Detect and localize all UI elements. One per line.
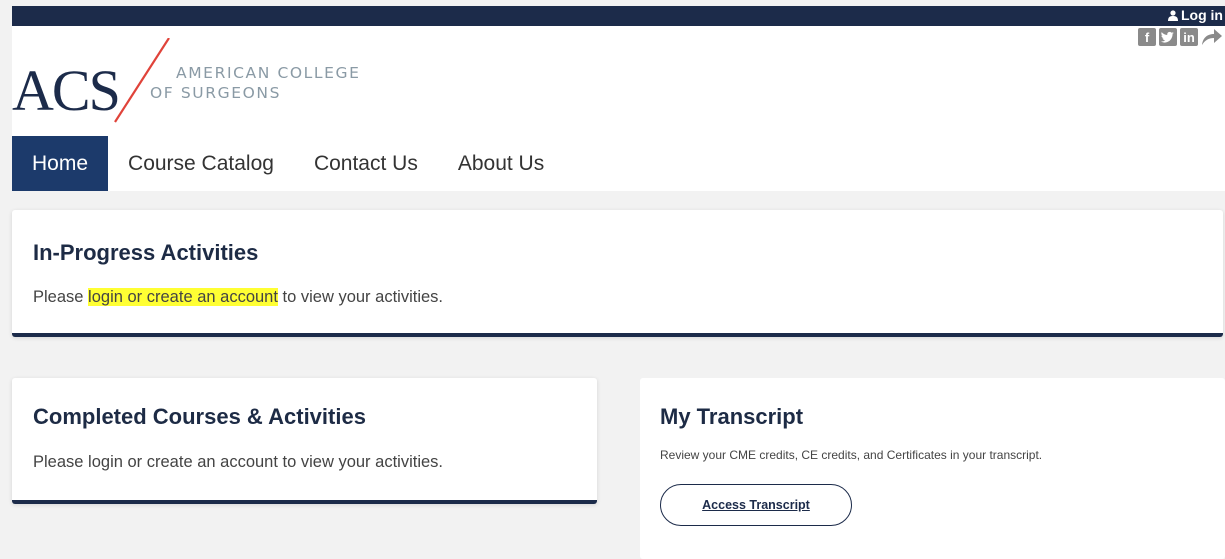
transcript-card: My Transcript Review your CME credits, C… xyxy=(640,378,1225,559)
transcript-description: Review your CME credits, CE credits, and… xyxy=(660,448,1043,462)
in-progress-message: Please login or create an account to vie… xyxy=(33,288,443,307)
user-icon xyxy=(1168,9,1178,21)
login-link-in-progress[interactable]: login xyxy=(88,288,123,306)
logo-acronym: ACS xyxy=(12,58,119,123)
login-label: Log in xyxy=(1181,7,1223,23)
message-text-before: Please xyxy=(33,288,89,306)
main-nav: Home Course Catalog Contact Us About Us xyxy=(12,136,564,191)
login-link-completed[interactable]: login xyxy=(88,453,123,471)
in-progress-title: In-Progress Activities xyxy=(33,240,259,265)
completed-title: Completed Courses & Activities xyxy=(33,404,366,429)
facebook-icon[interactable]: f xyxy=(1138,28,1156,46)
transcript-title: My Transcript xyxy=(660,404,804,429)
share-arrow-glyph xyxy=(1202,29,1222,45)
share-icon[interactable] xyxy=(1201,28,1223,46)
linkedin-icon[interactable]: in xyxy=(1180,28,1198,46)
nav-course-catalog[interactable]: Course Catalog xyxy=(108,136,294,191)
access-transcript-button[interactable]: Access Transcript xyxy=(660,484,852,526)
message-text-before: Please xyxy=(33,453,89,471)
twitter-bird-glyph xyxy=(1161,31,1174,43)
acs-logo-graphic: ACS AMERICAN COLLEGE OF SURGEONS xyxy=(12,37,361,123)
message-or: or xyxy=(122,453,147,471)
in-progress-card: In-Progress Activities Please login or c… xyxy=(12,210,1223,337)
twitter-icon[interactable] xyxy=(1159,28,1177,46)
nav-contact-us[interactable]: Contact Us xyxy=(294,136,438,191)
acs-logo[interactable]: ACS AMERICAN COLLEGE OF SURGEONS xyxy=(12,37,392,124)
social-links: f in xyxy=(1138,28,1223,46)
completed-message: Please login or create an account to vie… xyxy=(33,453,443,472)
create-account-link-in-progress[interactable]: create an account xyxy=(147,288,278,306)
completed-card: Completed Courses & Activities Please lo… xyxy=(12,378,597,504)
nav-about-us[interactable]: About Us xyxy=(438,136,564,191)
top-bar: Log in xyxy=(12,6,1225,26)
login-link[interactable]: Log in xyxy=(1168,7,1223,23)
message-or: or xyxy=(122,288,147,306)
message-text-after: to view your activities. xyxy=(277,288,443,306)
message-text-after: to view your activities. xyxy=(277,453,443,471)
logo-line2: OF SURGEONS xyxy=(150,84,281,102)
create-account-link-completed[interactable]: create an account xyxy=(147,453,278,471)
logo-line1: AMERICAN COLLEGE xyxy=(176,64,361,82)
nav-home[interactable]: Home xyxy=(12,136,109,191)
